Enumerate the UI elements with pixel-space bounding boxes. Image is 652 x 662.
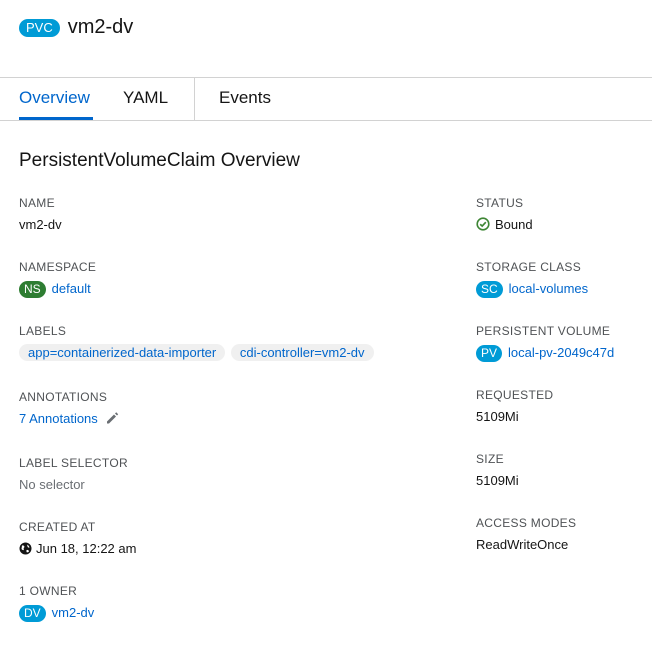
status-label: STATUS bbox=[476, 196, 524, 210]
created-at-value: Jun 18, 12:22 am bbox=[19, 541, 136, 558]
check-circle-icon bbox=[476, 217, 490, 234]
access-modes-label: ACCESS MODES bbox=[476, 516, 577, 530]
namespace-label: NAMESPACE bbox=[19, 260, 97, 274]
requested-value: 5109Mi bbox=[476, 409, 519, 424]
owner-value: DV vm2-dv bbox=[19, 605, 94, 622]
annotations-link[interactable]: 7 Annotations bbox=[19, 411, 98, 426]
labels-list: app=containerized-data-importer cdi-cont… bbox=[19, 344, 376, 361]
tab-overview[interactable]: Overview bbox=[19, 88, 90, 108]
page-title: vm2-dv bbox=[67, 16, 134, 38]
owner-label: 1 OWNER bbox=[19, 584, 78, 598]
status-value: Bound bbox=[476, 217, 533, 234]
storage-class-link[interactable]: local-volumes bbox=[509, 281, 588, 296]
annotations-label: ANNOTATIONS bbox=[19, 390, 108, 404]
name-label: NAME bbox=[19, 196, 55, 210]
pv-badge: PV bbox=[476, 345, 503, 362]
persistent-volume-label: PERSISTENT VOLUME bbox=[476, 324, 611, 338]
requested-label: REQUESTED bbox=[476, 388, 554, 402]
access-modes-value: ReadWriteOnce bbox=[476, 537, 569, 552]
owner-link[interactable]: vm2-dv bbox=[52, 605, 95, 620]
pencil-icon[interactable] bbox=[105, 411, 119, 428]
tab-separator bbox=[194, 78, 195, 120]
created-at-label: CREATED AT bbox=[19, 520, 96, 534]
created-at-text: Jun 18, 12:22 am bbox=[36, 541, 137, 556]
label-chip[interactable]: app=containerized-data-importer bbox=[19, 344, 226, 361]
labels-label: LABELS bbox=[19, 324, 67, 338]
tab-bar: Overview YAML Events bbox=[0, 78, 652, 120]
dv-badge: DV bbox=[19, 605, 46, 622]
tab-events[interactable]: Events bbox=[219, 88, 271, 108]
label-selector-value: No selector bbox=[19, 477, 85, 492]
namespace-link[interactable]: default bbox=[52, 281, 91, 296]
storage-class-value: SC local-volumes bbox=[476, 281, 588, 298]
namespace-value: NS default bbox=[19, 281, 91, 298]
name-value: vm2-dv bbox=[19, 217, 62, 232]
page-header: PVC vm2-dv bbox=[19, 16, 133, 39]
tab-yaml[interactable]: YAML bbox=[123, 88, 168, 108]
label-chip[interactable]: cdi-controller=vm2-dv bbox=[230, 344, 374, 361]
label-selector-label: LABEL SELECTOR bbox=[19, 456, 128, 470]
annotations-value: 7 Annotations bbox=[19, 411, 119, 428]
globe-icon bbox=[19, 542, 32, 558]
ns-badge: NS bbox=[19, 281, 46, 298]
tabs-divider bbox=[0, 120, 652, 121]
status-text: Bound bbox=[495, 217, 533, 232]
size-label: SIZE bbox=[476, 452, 504, 466]
persistent-volume-link[interactable]: local-pv-2049c47d bbox=[508, 345, 614, 360]
persistent-volume-value: PV local-pv-2049c47d bbox=[476, 345, 614, 362]
sc-badge: SC bbox=[476, 281, 503, 298]
pvc-kind-badge: PVC bbox=[19, 18, 60, 37]
size-value: 5109Mi bbox=[476, 473, 519, 488]
section-title: PersistentVolumeClaim Overview bbox=[19, 150, 300, 171]
storage-class-label: STORAGE CLASS bbox=[476, 260, 582, 274]
